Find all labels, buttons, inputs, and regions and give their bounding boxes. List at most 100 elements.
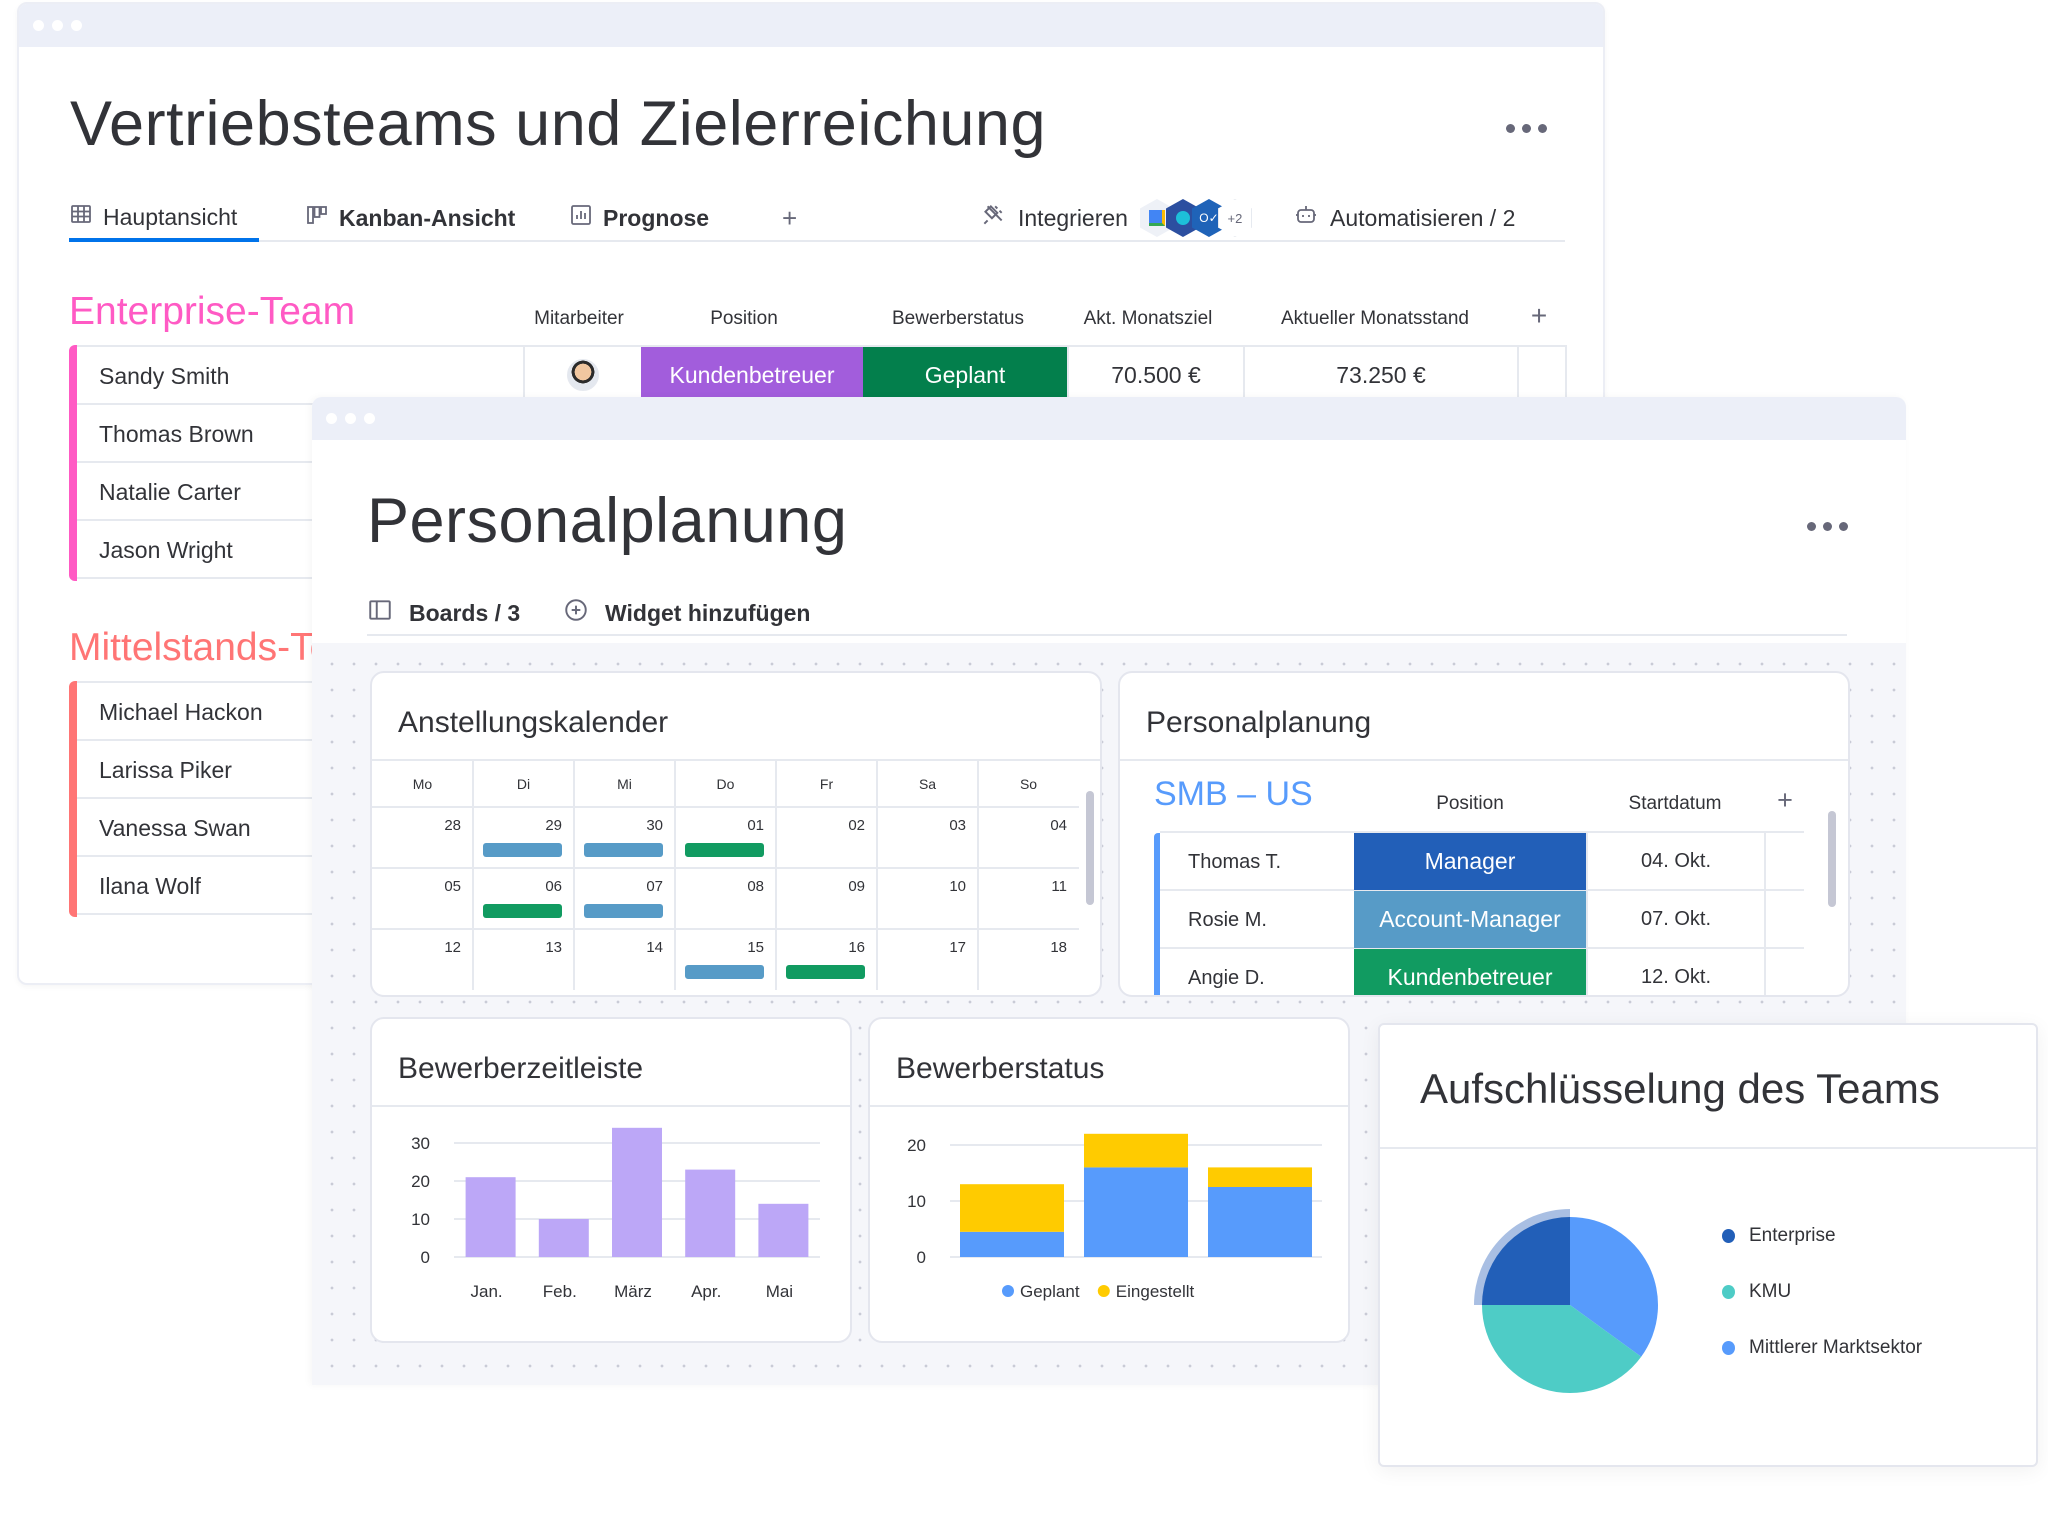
row-name[interactable]: Angie D. xyxy=(1188,949,1265,995)
calendar-day[interactable]: 29 xyxy=(473,817,562,834)
calendar-day[interactable]: 17 xyxy=(877,939,966,956)
y-tick-label: 0 xyxy=(421,1248,430,1267)
window-dot[interactable] xyxy=(33,20,44,31)
calendar-day[interactable]: 02 xyxy=(776,817,865,834)
employee-cell[interactable] xyxy=(523,347,641,403)
row-name[interactable]: Larissa Piker xyxy=(99,741,232,799)
row-name[interactable]: Jason Wright xyxy=(99,521,233,579)
tab-prognose[interactable]: Prognose xyxy=(569,196,709,240)
tab-kanban-ansicht[interactable]: Kanban-Ansicht xyxy=(305,196,515,240)
calendar-event[interactable] xyxy=(483,904,562,918)
group-title-smb-us[interactable]: SMB – US xyxy=(1154,775,1313,814)
column-header-mitarbeiter[interactable]: Mitarbeiter xyxy=(519,308,639,330)
bar-segment-geplant xyxy=(960,1231,1064,1257)
calendar-event[interactable] xyxy=(584,843,663,857)
calendar-day[interactable]: 07 xyxy=(574,878,663,895)
scrollbar[interactable] xyxy=(1828,811,1836,907)
row-name[interactable]: Thomas T. xyxy=(1188,833,1281,891)
table-row[interactable]: Thomas T. Manager 04. Okt. xyxy=(1160,833,1804,891)
window-dot[interactable] xyxy=(364,413,375,424)
calendar-day[interactable]: 05 xyxy=(372,878,461,895)
legend-item[interactable]: Enterprise xyxy=(1722,1225,1836,1247)
bar-segment-geplant xyxy=(1084,1167,1188,1257)
start-date-cell[interactable]: 04. Okt. xyxy=(1586,833,1764,890)
legend-label: Geplant xyxy=(1020,1282,1080,1301)
calendar-day[interactable]: 14 xyxy=(574,939,663,956)
tab-hauptansicht[interactable]: Hauptansicht xyxy=(69,196,260,242)
calendar-day[interactable]: 10 xyxy=(877,878,966,895)
add-widget-button[interactable]: Widget hinzufügen xyxy=(563,592,810,634)
table-row[interactable]: Rosie M. Account-Manager 07. Okt. xyxy=(1160,891,1804,949)
row-name[interactable]: Thomas Brown xyxy=(99,405,254,463)
column-header-startdate[interactable]: Startdatum xyxy=(1586,793,1764,815)
calendar-day[interactable]: 30 xyxy=(574,817,663,834)
calendar-event[interactable] xyxy=(685,965,764,979)
start-date-cell[interactable]: 12. Okt. xyxy=(1586,949,1764,995)
kanban-icon xyxy=(305,203,329,233)
window-dot[interactable] xyxy=(326,413,337,424)
calendar-day[interactable]: 06 xyxy=(473,878,562,895)
calendar-event[interactable] xyxy=(685,843,764,857)
integrate-label: Integrieren xyxy=(1018,204,1128,231)
calendar-day[interactable]: 15 xyxy=(675,939,764,956)
calendar-day[interactable]: 16 xyxy=(776,939,865,956)
row-name[interactable]: Michael Hackon xyxy=(99,683,263,741)
bar xyxy=(758,1203,809,1257)
dashboard-title: Personalplanung xyxy=(367,486,848,556)
add-column-button[interactable]: + xyxy=(1770,785,1800,816)
group-color-bar xyxy=(69,681,77,917)
window-dot[interactable] xyxy=(345,413,356,424)
boards-button[interactable]: Boards / 3 xyxy=(367,592,520,634)
calendar-day[interactable]: 11 xyxy=(978,878,1067,895)
start-date-cell[interactable]: 07. Okt. xyxy=(1586,891,1764,948)
more-options-button[interactable] xyxy=(1807,522,1848,531)
calendar-day[interactable]: 12 xyxy=(372,939,461,956)
more-options-button[interactable] xyxy=(1506,124,1547,133)
calendar-day[interactable]: 01 xyxy=(675,817,764,834)
calendar-day[interactable]: 28 xyxy=(372,817,461,834)
row-name[interactable]: Natalie Carter xyxy=(99,463,241,521)
integrate-button[interactable]: Integrieren O✓ +2 xyxy=(980,196,1252,240)
calendar-day[interactable]: 04 xyxy=(978,817,1067,834)
calendar-day[interactable]: 13 xyxy=(473,939,562,956)
group-title-enterprise[interactable]: Enterprise-Team xyxy=(69,290,355,334)
goal-cell[interactable]: 70.500 € xyxy=(1067,347,1243,403)
position-cell[interactable]: Account-Manager xyxy=(1354,891,1586,948)
automate-button[interactable]: Automatisieren / 2 xyxy=(1294,196,1515,240)
position-cell[interactable]: Kundenbetreuer xyxy=(1354,949,1586,995)
weekday-header: Mi xyxy=(617,776,632,792)
x-tick-label: Feb. xyxy=(543,1282,577,1301)
column-header-position[interactable]: Position xyxy=(1354,793,1586,815)
status-cell[interactable]: Geplant xyxy=(863,347,1067,403)
row-name[interactable]: Vanessa Swan xyxy=(99,799,251,857)
calendar-day[interactable]: 03 xyxy=(877,817,966,834)
plus-circle-icon xyxy=(563,597,589,629)
current-cell[interactable]: 73.250 € xyxy=(1243,347,1517,403)
calendar-event[interactable] xyxy=(483,843,562,857)
scrollbar[interactable] xyxy=(1086,791,1094,905)
row-name[interactable]: Ilana Wolf xyxy=(99,857,201,915)
position-cell[interactable]: Kundenbetreuer xyxy=(641,347,863,403)
table-row[interactable]: Angie D. Kundenbetreuer 12. Okt. xyxy=(1160,949,1804,995)
column-header-status[interactable]: Bewerberstatus xyxy=(855,308,1061,330)
avatar[interactable] xyxy=(567,359,599,391)
window-titlebar xyxy=(312,397,1906,440)
calendar-day[interactable]: 09 xyxy=(776,878,865,895)
position-cell[interactable]: Manager xyxy=(1354,833,1586,890)
add-view-button[interactable]: + xyxy=(782,196,797,240)
window-dot[interactable] xyxy=(52,20,63,31)
window-dot[interactable] xyxy=(71,20,82,31)
row-name[interactable]: Rosie M. xyxy=(1188,891,1267,949)
column-header-current[interactable]: Aktueller Monatsstand xyxy=(1235,308,1515,330)
column-header-position[interactable]: Position xyxy=(633,308,855,330)
row-name[interactable]: Sandy Smith xyxy=(99,347,229,405)
legend-item[interactable]: KMU xyxy=(1722,1281,1791,1303)
add-column-button[interactable]: + xyxy=(1519,300,1559,332)
legend-item[interactable]: Mittlerer Marktsektor xyxy=(1722,1337,1922,1359)
calendar-event[interactable] xyxy=(786,965,865,979)
calendar-day[interactable]: 08 xyxy=(675,878,764,895)
column-header-goal[interactable]: Akt. Monatsziel xyxy=(1059,308,1237,330)
window-titlebar xyxy=(19,4,1603,47)
calendar-day[interactable]: 18 xyxy=(978,939,1067,956)
calendar-event[interactable] xyxy=(584,904,663,918)
